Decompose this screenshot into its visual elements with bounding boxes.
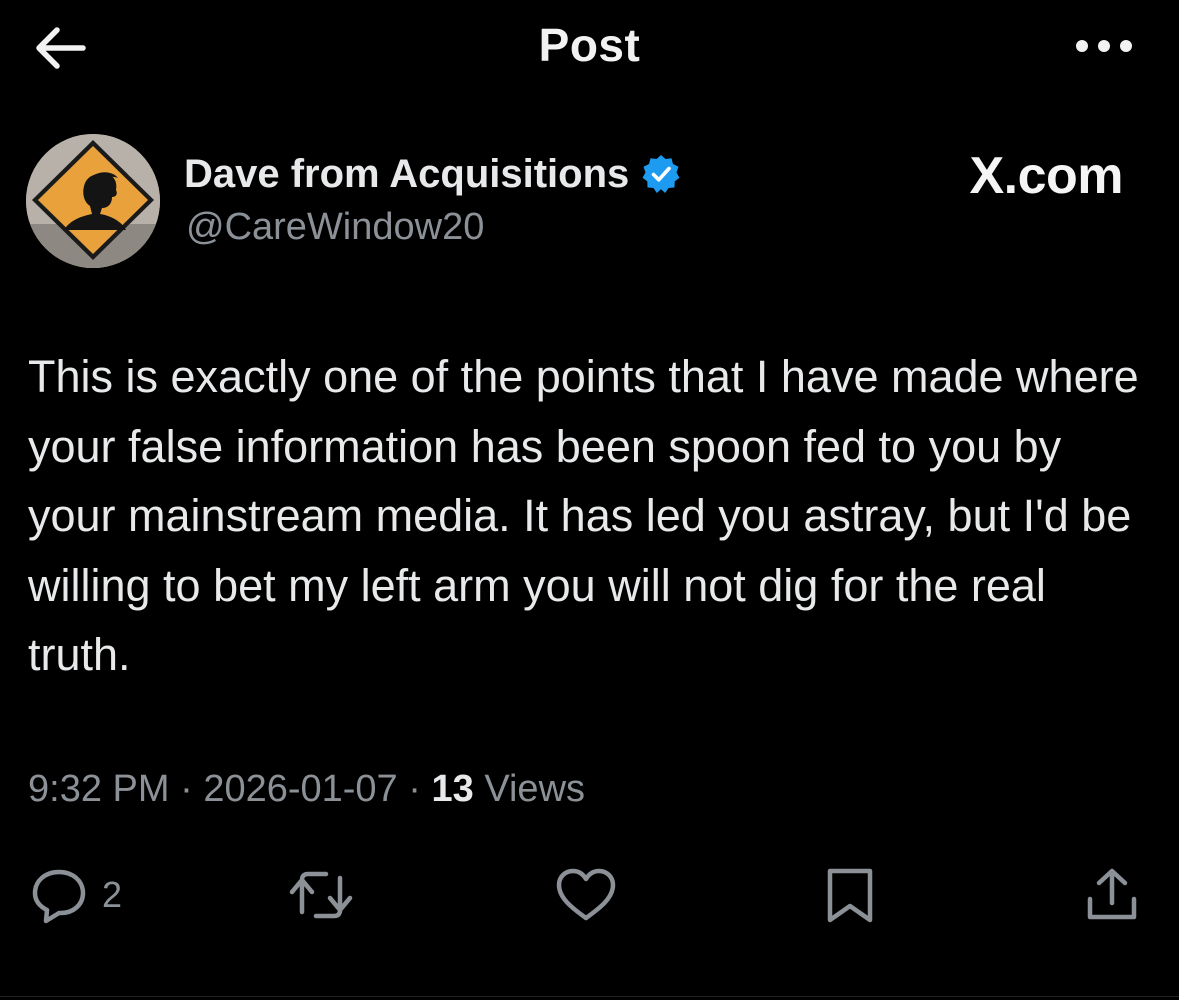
verified-badge-icon [641, 154, 681, 194]
bookmark-icon [827, 868, 873, 923]
top-bar: Post [0, 0, 1179, 100]
author-handle[interactable]: @CareWindow20 [186, 206, 484, 249]
meta-separator: · [408, 768, 421, 810]
retweet-button[interactable] [286, 860, 356, 930]
caution-sign-silhouette-avatar [26, 134, 160, 268]
author-name-row: Dave from Acquisitions [184, 150, 681, 198]
author-display-name[interactable]: Dave from Acquisitions [184, 152, 629, 197]
share-icon [1087, 868, 1137, 920]
reply-count: 2 [102, 874, 123, 915]
heart-icon [556, 868, 616, 921]
action-bar: 2 [0, 860, 1179, 930]
meta-separator: · [180, 768, 193, 810]
more-options-button[interactable] [1069, 26, 1139, 66]
post-date[interactable]: 2026-01-07 [203, 768, 397, 810]
page-title: Post [538, 19, 641, 71]
bookmark-button[interactable] [822, 860, 878, 930]
more-horizontal-icon [1076, 40, 1132, 52]
retweet-icon [289, 871, 353, 919]
like-button[interactable] [554, 860, 618, 930]
views-count: 13 [431, 768, 474, 810]
reply-bubble-icon [32, 869, 86, 924]
post-time[interactable]: 9:32 PM [28, 768, 170, 810]
post-text: This is exactly one of the points that I… [28, 351, 1139, 680]
divider [0, 996, 1179, 997]
brand-watermark: X.com [969, 147, 1123, 205]
reply-button[interactable]: 2 [30, 860, 122, 930]
avatar[interactable] [26, 134, 160, 268]
share-button[interactable] [1082, 860, 1142, 930]
post-meta: 9:32 PM · 2026-01-07 · 13 Views [28, 768, 585, 811]
views-label: Views [484, 768, 586, 810]
